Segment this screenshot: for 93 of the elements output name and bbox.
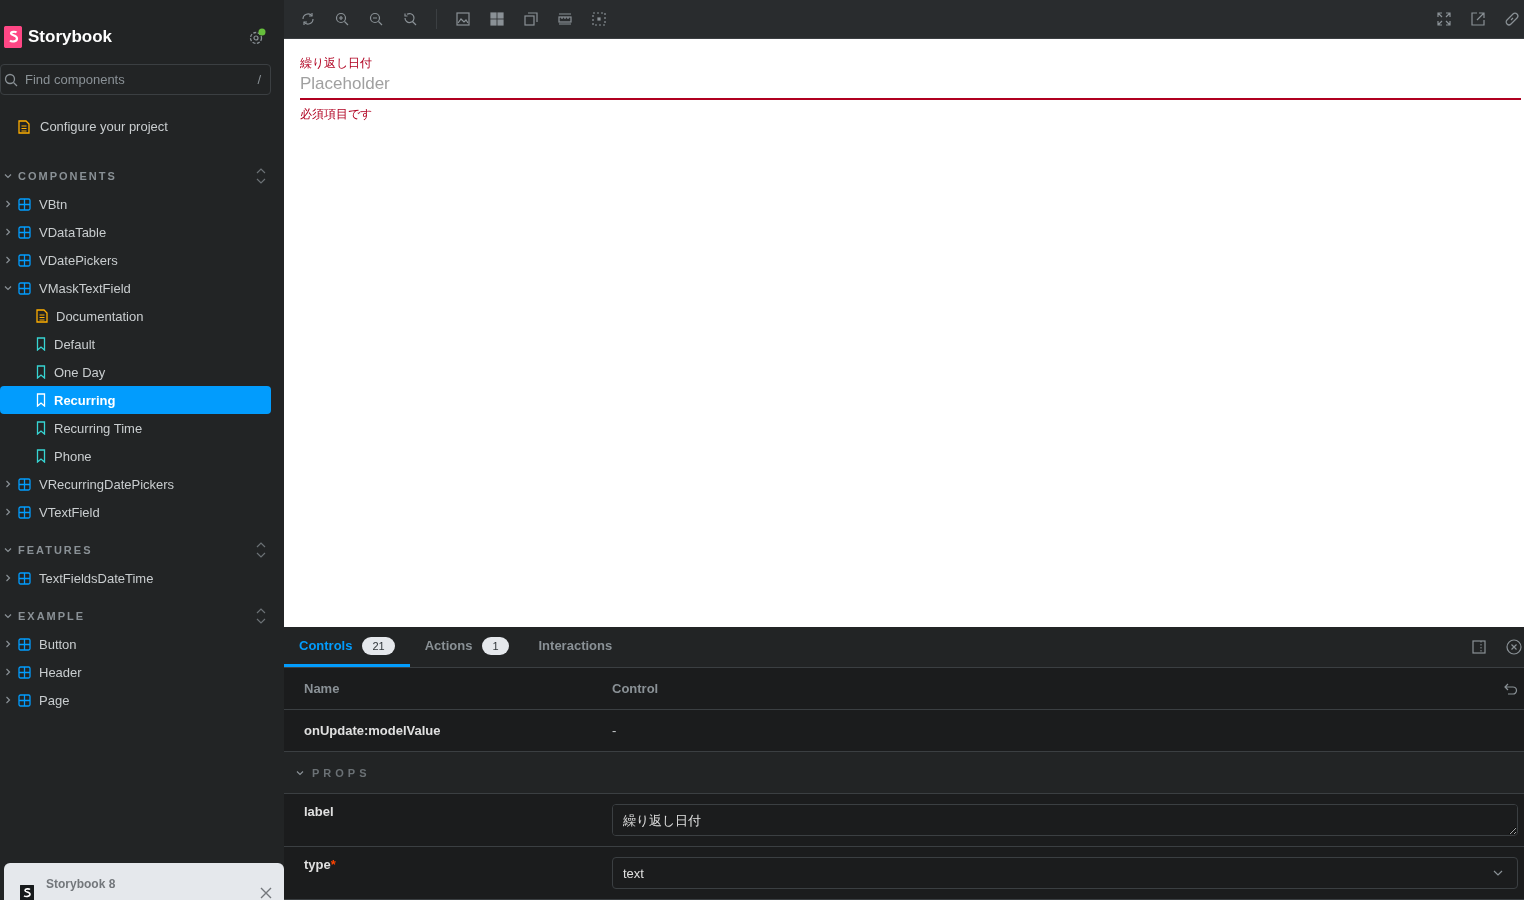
component-icon — [18, 505, 31, 519]
chevron-right-icon[interactable] — [4, 640, 12, 648]
close-icon[interactable] — [1506, 639, 1522, 655]
chevron-down-icon[interactable] — [4, 612, 12, 620]
component-icon — [18, 281, 31, 295]
image-icon[interactable] — [455, 10, 471, 27]
storybook-logo-icon — [20, 885, 34, 900]
storybook-logo-icon — [4, 26, 22, 48]
bookmark-icon — [36, 449, 46, 463]
refresh-icon[interactable] — [300, 10, 316, 27]
tree-item[interactable]: Phone — [0, 442, 271, 470]
close-icon[interactable] — [260, 887, 272, 899]
chevron-down-icon[interactable] — [4, 172, 12, 180]
undo-icon[interactable] — [1504, 682, 1518, 695]
shortcut-key: / — [257, 72, 261, 87]
tree-item[interactable]: One Day — [0, 358, 271, 386]
bookmark-icon — [36, 393, 46, 407]
component-icon — [18, 225, 31, 239]
arg-name: type* — [304, 857, 337, 872]
grid-icon[interactable] — [489, 10, 505, 27]
chevron-down-icon[interactable] — [4, 546, 12, 554]
document-icon — [36, 309, 48, 323]
tree-item[interactable]: VMaskTextField — [0, 274, 271, 302]
zoom-out-icon[interactable] — [368, 10, 384, 27]
chevron-right-icon[interactable] — [4, 228, 12, 236]
component-icon — [18, 477, 31, 491]
tree-item[interactable]: VBtn — [0, 190, 271, 218]
notification-title: Storybook 8 — [46, 877, 117, 893]
expand-collapse-icon[interactable] — [256, 542, 266, 558]
text-input[interactable]: 繰り返し日付 — [612, 804, 1518, 836]
ruler-icon[interactable] — [557, 10, 573, 27]
column-header: Name — [304, 681, 341, 696]
count-badge: 1 — [482, 636, 509, 655]
tree-item[interactable]: VDatePickers — [0, 246, 271, 274]
component-icon — [18, 253, 31, 267]
error-message: 必須項目です — [300, 105, 373, 123]
fullscreen-icon[interactable] — [1436, 10, 1452, 27]
component-icon — [18, 571, 31, 585]
panel-layout-icon[interactable] — [1472, 640, 1486, 654]
brand-name: Storybook — [28, 27, 113, 47]
component-icon — [18, 637, 31, 651]
zoom-in-icon[interactable] — [334, 10, 350, 27]
zoom-reset-icon[interactable] — [402, 10, 418, 27]
component-icon — [18, 693, 31, 707]
arg-name: onUpdate:modelValue — [304, 723, 442, 738]
component-icon — [18, 665, 31, 679]
search-icon — [4, 73, 18, 87]
control-value: - — [612, 723, 618, 738]
section-header[interactable]: EXAMPLE — [4, 610, 86, 622]
chevron-right-icon[interactable] — [4, 200, 12, 208]
component-icon — [18, 197, 31, 211]
external-link-icon[interactable] — [1470, 10, 1486, 27]
link-icon[interactable] — [1504, 10, 1520, 27]
item-label: Configure your project — [40, 119, 168, 134]
chevron-right-icon[interactable] — [4, 256, 12, 264]
field-label: 繰り返し日付 — [300, 54, 373, 72]
tree-item[interactable]: Documentation — [0, 302, 271, 330]
panel-tab[interactable]: Actions 1 — [409, 627, 524, 667]
tree-item[interactable]: VTextField — [0, 498, 271, 526]
section-header[interactable]: COMPONENTS — [4, 170, 117, 182]
panel-tab[interactable]: Interactions — [523, 627, 628, 667]
section-header[interactable]: FEATURES — [4, 544, 93, 556]
outline-icon[interactable] — [591, 10, 607, 27]
bookmark-icon — [36, 337, 46, 351]
bookmark-icon — [36, 421, 46, 435]
expand-collapse-icon[interactable] — [256, 168, 266, 184]
frames-icon[interactable] — [523, 10, 539, 27]
tree-item[interactable]: Recurring Time — [0, 414, 271, 442]
chevron-right-icon[interactable] — [4, 668, 12, 676]
chevron-down-icon[interactable] — [296, 768, 304, 777]
tree-item[interactable]: Header — [0, 658, 271, 686]
tree-item[interactable]: Configure your project — [0, 95, 284, 152]
chevron-right-icon[interactable] — [4, 696, 12, 704]
column-header: Control — [612, 681, 659, 696]
chevron-right-icon[interactable] — [4, 508, 12, 516]
tree-item[interactable]: VRecurringDatePickers — [0, 470, 271, 498]
tree-item[interactable]: Button — [0, 630, 271, 658]
settings-icon[interactable] — [248, 28, 266, 46]
tree-item[interactable]: TextFieldsDateTime — [0, 564, 271, 592]
document-icon — [18, 119, 30, 134]
expand-collapse-icon[interactable] — [256, 608, 266, 624]
tree-item[interactable]: Default — [0, 330, 271, 358]
panel-tab[interactable]: Controls 21 — [284, 627, 410, 667]
chevron-right-icon[interactable] — [4, 480, 12, 488]
tree-item[interactable]: VDataTable — [0, 218, 271, 246]
select-field[interactable]: text — [612, 857, 1518, 889]
chevron-down-icon — [1493, 870, 1503, 876]
arg-name: label — [304, 804, 335, 819]
chevron-down-icon[interactable] — [4, 284, 12, 292]
count-badge: 21 — [362, 636, 395, 655]
chevron-right-icon[interactable] — [4, 574, 12, 582]
tree-item[interactable]: Page — [0, 686, 271, 714]
bookmark-icon — [36, 365, 46, 379]
